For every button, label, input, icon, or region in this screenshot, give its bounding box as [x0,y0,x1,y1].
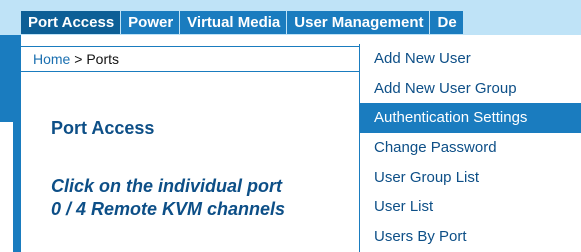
menu-item-authentication-settings[interactable]: Authentication Settings [360,103,581,134]
breadcrumb-home-link[interactable]: Home [33,51,70,67]
sidebar-cutout [0,122,13,252]
menu-item-add-new-user-group[interactable]: Add New User Group [360,74,581,104]
page-title: Port Access [51,118,155,138]
breadcrumb-separator: > [74,51,83,67]
nav-port-access[interactable]: Port Access [21,11,122,34]
menu-item-users-by-port[interactable]: Users By Port [360,222,581,252]
nav-power[interactable]: Power [121,11,181,34]
menu-item-change-password[interactable]: Change Password [360,133,581,163]
instruction-line-2: 0 / 4 Remote KVM channels [51,199,286,219]
instruction-line-1: Click on the individual port [51,176,283,196]
user-management-dropdown: Add New User Add New User Group Authenti… [359,44,581,252]
menu-item-add-new-user[interactable]: Add New User [360,44,581,74]
breadcrumb: Home > Ports [21,46,359,72]
menu-item-user-group-list[interactable]: User Group List [360,163,581,193]
breadcrumb-current: Ports [86,51,120,67]
menu-item-user-list[interactable]: User List [360,192,581,222]
nav-virtual-media[interactable]: Virtual Media [180,11,288,34]
instructions-text: Click on the individual port 0 / 4 Remot… [51,175,285,221]
nav-truncated-item[interactable]: De [430,11,462,34]
nav-user-management[interactable]: User Management [287,11,431,34]
main-nav: Port Access Power Virtual Media User Man… [21,11,463,34]
